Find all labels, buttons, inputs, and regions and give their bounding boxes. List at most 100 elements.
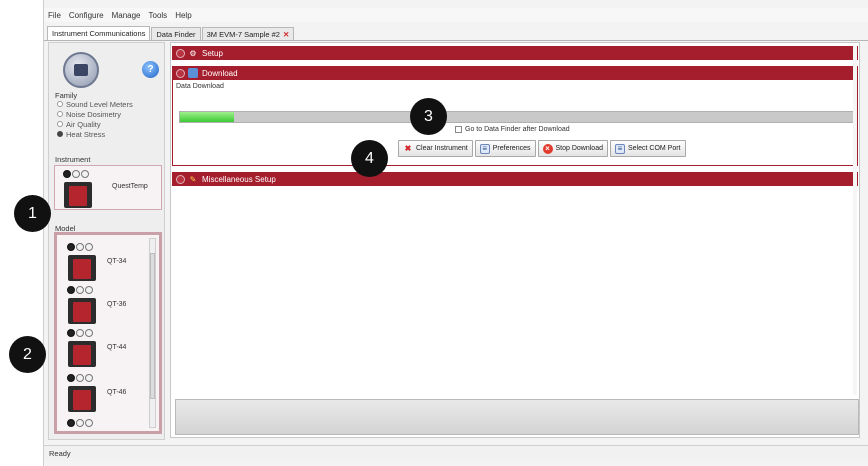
probe-white: [76, 243, 84, 251]
progress-fill: [180, 112, 235, 122]
instrument-selector[interactable]: QuestTemp: [54, 165, 162, 210]
close-icon[interactable]: ✕: [283, 30, 289, 39]
preferences-button[interactable]: ≡ Preferences: [474, 140, 536, 157]
device-body: [68, 255, 96, 281]
device-body: [68, 386, 96, 412]
tab-bar: Instrument Communications Data Finder 3M…: [44, 26, 868, 41]
model-item-qt-46[interactable]: QT-46: [65, 372, 145, 416]
probe-white: [76, 329, 84, 337]
probe-white: [85, 329, 93, 337]
device-body: [68, 341, 96, 367]
tab-evm-sample[interactable]: 3M EVM-7 Sample #2 ✕: [201, 27, 295, 40]
family-option-air-quality[interactable]: Air Quality: [57, 119, 133, 129]
tab-data-finder[interactable]: Data Finder: [151, 27, 201, 40]
radio-checked-icon[interactable]: [57, 131, 63, 137]
family-option-label: Heat Stress: [66, 129, 106, 139]
button-label: Stop Download: [555, 145, 603, 152]
tab-label: 3M EVM-7 Sample #2: [206, 29, 280, 39]
radio-icon[interactable]: [57, 111, 63, 117]
menu-bar: File Configure Manage Tools Help: [44, 8, 868, 22]
family-option-label: Sound Level Meters: [66, 99, 133, 109]
download-button-row: ✖ Clear Instrument ≡ Preferences × Stop …: [398, 140, 688, 157]
expand-toggle-icon[interactable]: [176, 174, 185, 184]
menu-manage[interactable]: Manage: [112, 11, 141, 20]
section-download-header[interactable]: Download: [172, 66, 858, 80]
probes: [63, 168, 93, 182]
model-name: QT-44: [107, 344, 127, 351]
probe-white: [76, 374, 84, 382]
device-red-panel: [69, 186, 87, 206]
probe-black: [67, 329, 75, 337]
section-misc-header[interactable]: ✎ Miscellaneous Setup: [172, 172, 858, 186]
family-options: Sound Level Meters Noise Dosimetry Air Q…: [57, 99, 133, 139]
probe-white: [81, 170, 89, 178]
qt-device-icon: [65, 241, 101, 283]
scrollbar-thumb[interactable]: [150, 253, 155, 399]
model-item-qt-34[interactable]: QT-34: [65, 241, 145, 285]
select-com-port-button[interactable]: ≡ Select COM Port: [609, 140, 686, 157]
device-body: [64, 182, 92, 208]
model-scrollbar[interactable]: [149, 238, 156, 428]
model-item-qt-36[interactable]: QT-36: [65, 284, 145, 328]
content-scrollbar[interactable]: [853, 45, 857, 395]
stop-download-button[interactable]: × Stop Download: [537, 140, 608, 157]
download-progress-bar: [179, 111, 857, 123]
button-label: Clear Instrument: [416, 145, 468, 152]
model-list[interactable]: QT-34 QT-36 QT-44 QT-46: [54, 232, 162, 434]
probe-white: [72, 170, 80, 178]
collapse-toggle-icon[interactable]: [176, 68, 185, 78]
section-title: Download: [202, 68, 238, 78]
family-option-sound-level-meters[interactable]: Sound Level Meters: [57, 99, 133, 109]
probe-white: [85, 286, 93, 294]
probes: [67, 417, 97, 431]
probe-white: [76, 419, 84, 427]
model-name: QT-36: [107, 301, 127, 308]
probes: [67, 284, 97, 298]
section-setup-header[interactable]: ⚙ Setup: [172, 46, 858, 60]
probe-black: [63, 170, 71, 178]
com-port-icon: ≡: [614, 143, 625, 154]
goto-data-finder-option[interactable]: Go to Data Finder after Download: [455, 126, 570, 133]
main-content: ⚙ Setup Download Data Download Go to Dat…: [170, 42, 860, 438]
radio-icon[interactable]: [57, 101, 63, 107]
app-window: File Configure Manage Tools Help Instrum…: [43, 0, 868, 466]
clear-instrument-button[interactable]: ✖ Clear Instrument: [398, 140, 473, 157]
tools-icon: ✎: [189, 174, 197, 184]
device-red-panel: [73, 390, 91, 410]
probe-black: [67, 374, 75, 382]
family-option-heat-stress[interactable]: Heat Stress: [57, 129, 133, 139]
device-core: [74, 64, 88, 76]
help-icon[interactable]: ?: [142, 61, 159, 78]
probe-white: [85, 243, 93, 251]
qt-device-icon: [65, 284, 101, 326]
preferences-icon: ≡: [479, 143, 490, 154]
menu-tools[interactable]: Tools: [149, 11, 168, 20]
left-pane: ? Family Sound Level Meters Noise Dosime…: [48, 42, 165, 440]
probe-white: [85, 374, 93, 382]
tab-instrument-communications[interactable]: Instrument Communications: [47, 26, 151, 40]
device-body: [68, 298, 96, 324]
model-item-partial[interactable]: [65, 417, 145, 431]
model-name: QT-46: [107, 389, 127, 396]
tab-label: Data Finder: [156, 29, 196, 39]
qt-device-icon: [65, 417, 101, 431]
radio-icon[interactable]: [57, 121, 63, 127]
button-label: Select COM Port: [627, 145, 681, 152]
checkbox-icon[interactable]: [455, 126, 462, 133]
section-title: Setup: [202, 48, 223, 58]
menu-help[interactable]: Help: [175, 11, 191, 20]
callout-3: 3: [410, 98, 447, 135]
probes: [67, 327, 97, 341]
probe-white: [76, 286, 84, 294]
menu-configure[interactable]: Configure: [69, 11, 104, 20]
expand-toggle-icon[interactable]: [176, 48, 185, 58]
probe-black: [67, 286, 75, 294]
family-option-noise-dosimetry[interactable]: Noise Dosimetry: [57, 109, 133, 119]
device-connect-icon[interactable]: [63, 52, 99, 88]
callout-2: 2: [9, 336, 46, 373]
clear-x-icon: ✖: [404, 144, 412, 153]
questtemp-device-icon: [61, 168, 97, 210]
device-red-panel: [73, 259, 91, 279]
menu-file[interactable]: File: [48, 11, 61, 20]
model-item-qt-44[interactable]: QT-44: [65, 327, 145, 371]
